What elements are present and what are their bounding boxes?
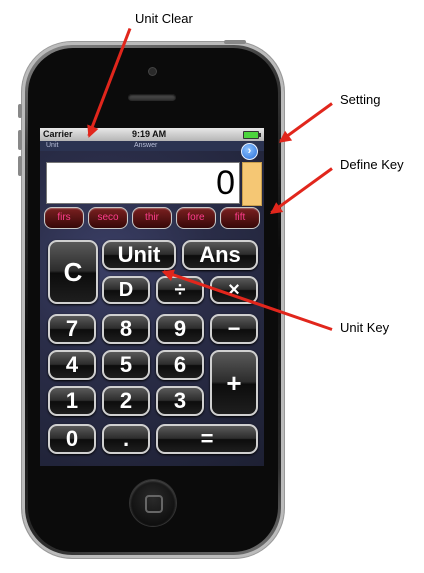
- display-labels: Unit Answer: [40, 141, 264, 151]
- earpiece-speaker: [128, 94, 176, 101]
- unit-key-4[interactable]: fore: [176, 207, 216, 229]
- battery-icon: [243, 131, 261, 139]
- digit-5-button[interactable]: 5: [102, 350, 150, 380]
- digit-6-button[interactable]: 6: [156, 350, 204, 380]
- unit-key-row: firs seco thir fore fift: [44, 207, 260, 229]
- clear-label: C: [63, 257, 83, 287]
- callout-unit-clear: Unit Clear: [135, 11, 193, 26]
- result-display: 0: [46, 162, 240, 204]
- digit-0-label: 0: [65, 426, 79, 451]
- digit-9-button[interactable]: 9: [156, 314, 204, 344]
- volume-down-button: [18, 156, 22, 176]
- digit-7-label: 7: [65, 316, 79, 341]
- display-value: 0: [216, 164, 235, 202]
- digit-9-label: 9: [173, 316, 187, 341]
- callout-setting: Setting: [340, 92, 381, 107]
- home-square-icon: [145, 495, 163, 513]
- digit-3-label: 3: [173, 388, 187, 413]
- digit-6-label: 6: [173, 352, 187, 377]
- unit-key-3[interactable]: thir: [132, 207, 172, 229]
- ans-button[interactable]: Ans: [182, 240, 258, 270]
- digit-8-label: 8: [119, 316, 133, 341]
- digit-4-label: 4: [65, 352, 79, 377]
- plus-label: +: [226, 368, 242, 398]
- minus-button[interactable]: −: [210, 314, 258, 344]
- digit-1-label: 1: [65, 388, 79, 413]
- arrow-setting: [279, 102, 333, 143]
- digit-7-button[interactable]: 7: [48, 314, 96, 344]
- dot-label: .: [122, 426, 130, 451]
- clear-button[interactable]: C: [48, 240, 98, 304]
- ans-button-label: Ans: [199, 242, 241, 267]
- silent-switch: [18, 104, 22, 118]
- digit-2-button[interactable]: 2: [102, 386, 150, 416]
- d-button[interactable]: D: [102, 276, 150, 304]
- minus-label: −: [227, 316, 241, 341]
- equals-button[interactable]: =: [156, 424, 258, 454]
- unit-button-label: Unit: [117, 242, 161, 267]
- digit-1-button[interactable]: 1: [48, 386, 96, 416]
- plus-button[interactable]: +: [210, 350, 258, 416]
- digit-4-button[interactable]: 4: [48, 350, 96, 380]
- front-camera: [149, 68, 156, 75]
- equals-label: =: [200, 426, 214, 451]
- define-key-button[interactable]: [242, 162, 262, 206]
- d-button-label: D: [118, 279, 134, 301]
- answer-label: Answer: [134, 142, 158, 149]
- callout-unit-key: Unit Key: [340, 320, 390, 335]
- digit-5-label: 5: [119, 352, 133, 377]
- volume-up-button: [18, 130, 22, 150]
- unit-key-5[interactable]: fift: [220, 207, 260, 229]
- unit-key-1[interactable]: firs: [44, 207, 84, 229]
- dot-button[interactable]: .: [102, 424, 150, 454]
- home-button[interactable]: [130, 480, 176, 526]
- app-screen: Carrier 9:19 AM Unit Answer › 0 firs sec…: [40, 128, 264, 466]
- setting-button[interactable]: ›: [241, 143, 258, 160]
- digit-2-label: 2: [119, 388, 133, 413]
- digit-3-button[interactable]: 3: [156, 386, 204, 416]
- unit-label: Unit: [46, 142, 59, 149]
- divide-button[interactable]: ÷: [156, 276, 204, 304]
- chevron-right-icon: ›: [247, 145, 252, 157]
- digit-0-button[interactable]: 0: [48, 424, 96, 454]
- status-time: 9:19 AM: [132, 129, 167, 139]
- unit-key-2[interactable]: seco: [88, 207, 128, 229]
- power-button: [224, 40, 246, 44]
- status-bar: Carrier 9:19 AM: [40, 128, 264, 141]
- callout-define-key: Define Key: [340, 157, 404, 172]
- carrier-label: Carrier: [43, 129, 73, 139]
- digit-8-button[interactable]: 8: [102, 314, 150, 344]
